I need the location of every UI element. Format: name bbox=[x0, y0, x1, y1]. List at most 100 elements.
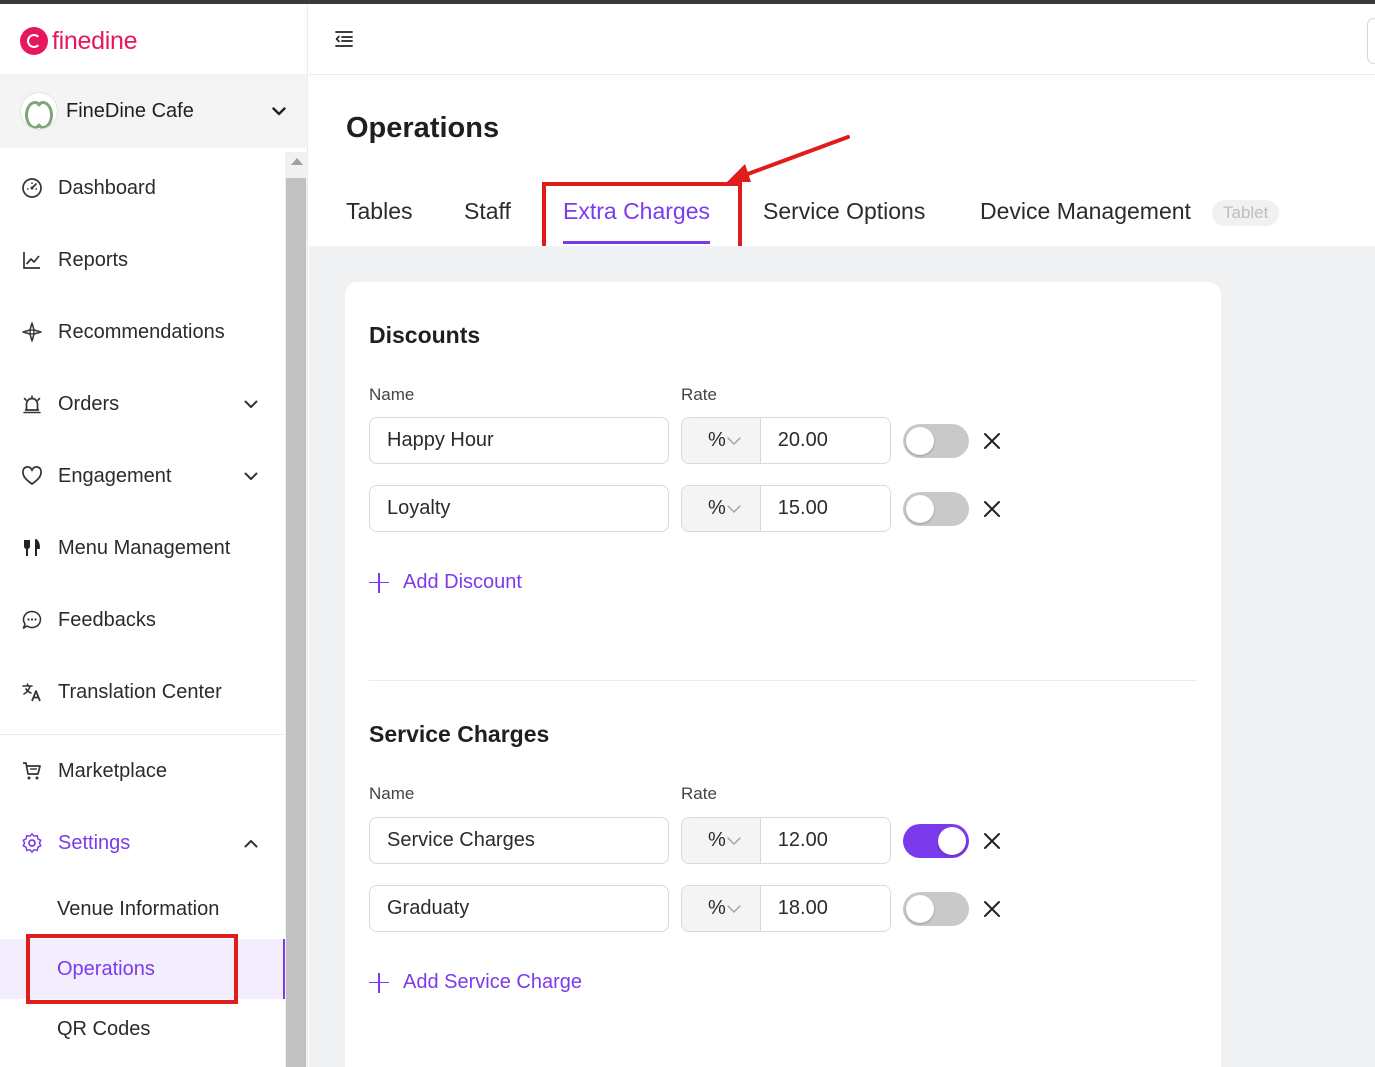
close-icon[interactable] bbox=[981, 498, 1003, 520]
chevron-down-icon bbox=[726, 504, 742, 514]
rate-type-select[interactable]: % bbox=[682, 486, 761, 531]
discount-rate-group: % bbox=[681, 417, 891, 464]
discount-name-input[interactable] bbox=[369, 417, 669, 464]
rate-type-value: % bbox=[708, 497, 726, 519]
service-charge-name-label: Name bbox=[369, 784, 415, 803]
toggle-knob bbox=[906, 495, 934, 523]
tablet-badge: Tablet bbox=[1212, 200, 1280, 226]
rate-type-value: % bbox=[708, 829, 726, 851]
sidebar-item-recommendations[interactable]: Recommendations bbox=[0, 307, 285, 357]
rate-type-select[interactable]: % bbox=[682, 818, 761, 863]
sidebar-divider bbox=[0, 734, 285, 735]
discount-rate-group: % bbox=[681, 485, 891, 532]
extra-charges-card: Discounts Name Rate % % Add Discount bbox=[345, 282, 1221, 1067]
sidebar-item-label: Menu Management bbox=[58, 536, 231, 559]
sidebar-item-translation-center[interactable]: Translation Center bbox=[0, 667, 285, 717]
rate-type-value: % bbox=[708, 897, 726, 919]
chevron-down-icon bbox=[264, 106, 294, 116]
heart-icon bbox=[20, 464, 44, 488]
sidebar-item-label: Venue Information bbox=[57, 897, 220, 920]
bell-icon bbox=[20, 392, 44, 416]
chevron-down-icon bbox=[726, 904, 742, 914]
close-icon[interactable] bbox=[981, 430, 1003, 452]
sidebar-item-orders[interactable]: Orders bbox=[0, 379, 285, 429]
translate-icon bbox=[20, 680, 44, 704]
sidebar-item-label: Translation Center bbox=[58, 680, 222, 703]
discount-enabled-toggle[interactable] bbox=[903, 492, 969, 526]
venue-name: FineDine Cafe bbox=[66, 99, 194, 122]
top-bar bbox=[309, 4, 1375, 75]
rate-value-input[interactable] bbox=[760, 418, 890, 463]
discount-enabled-toggle[interactable] bbox=[903, 424, 969, 458]
discount-name-label: Name bbox=[369, 385, 415, 404]
chat-icon bbox=[20, 608, 44, 632]
plus-icon bbox=[369, 972, 389, 993]
sidebar-item-label: QR Codes bbox=[57, 1017, 151, 1040]
highlight-box-operations bbox=[26, 934, 238, 1004]
tab-tables[interactable]: Tables bbox=[346, 198, 412, 225]
rate-value-input[interactable] bbox=[760, 486, 890, 531]
toggle-knob bbox=[906, 895, 934, 923]
sidebar-item-engagement[interactable]: Engagement bbox=[0, 451, 285, 501]
section-divider bbox=[369, 680, 1197, 681]
finedine-logo-icon bbox=[20, 27, 48, 55]
menu-collapse-icon[interactable] bbox=[333, 28, 355, 50]
add-discount-button[interactable]: Add Discount bbox=[369, 571, 522, 594]
cart-icon bbox=[20, 759, 44, 783]
sidebar-item-label: Marketplace bbox=[58, 759, 167, 782]
brand-logo[interactable]: finedine bbox=[20, 26, 137, 56]
rate-type-select[interactable]: % bbox=[682, 418, 761, 463]
add-service-charge-label: Add Service Charge bbox=[403, 971, 582, 993]
venue-avatar bbox=[20, 92, 58, 130]
chevron-down-icon bbox=[726, 436, 742, 446]
service-charge-name-input[interactable] bbox=[369, 817, 669, 864]
add-service-charge-button[interactable]: Add Service Charge bbox=[369, 971, 582, 994]
service-charge-rate-label: Rate bbox=[681, 784, 717, 803]
service-charge-rate-group: % bbox=[681, 885, 891, 932]
discounts-title: Discounts bbox=[369, 322, 481, 348]
venue-switcher[interactable]: FineDine Cafe bbox=[0, 74, 307, 148]
sidebar-subitem-venue-information[interactable]: Venue Information bbox=[0, 879, 285, 939]
tab-service-options[interactable]: Service Options bbox=[763, 198, 925, 225]
service-charge-name-input[interactable] bbox=[369, 885, 669, 932]
sidebar-item-dashboard[interactable]: Dashboard bbox=[0, 163, 285, 213]
sidebar-item-label: Dashboard bbox=[58, 176, 156, 199]
annotation-arrow-icon bbox=[727, 135, 850, 182]
line-chart-icon bbox=[20, 248, 44, 272]
add-discount-label: Add Discount bbox=[403, 571, 522, 593]
rate-value-input[interactable] bbox=[760, 818, 890, 863]
sidebar-item-marketplace[interactable]: Marketplace bbox=[0, 746, 285, 796]
close-icon[interactable] bbox=[981, 898, 1003, 920]
close-icon[interactable] bbox=[981, 830, 1003, 852]
service-charge-enabled-toggle[interactable] bbox=[903, 892, 969, 926]
page-title: Operations bbox=[346, 112, 500, 144]
sidebar-item-settings[interactable]: Settings bbox=[0, 818, 285, 868]
sidebar-scrollbar[interactable] bbox=[285, 152, 307, 1067]
sidebar-item-label: Reports bbox=[58, 248, 129, 271]
sidebar-subitem-qr-codes[interactable]: QR Codes bbox=[0, 999, 285, 1059]
sparkle-icon bbox=[20, 320, 44, 344]
rate-value-input[interactable] bbox=[760, 886, 890, 931]
gauge-icon bbox=[20, 176, 44, 200]
sidebar-item-reports[interactable]: Reports bbox=[0, 235, 285, 285]
utensils-icon bbox=[20, 536, 44, 560]
gear-icon bbox=[20, 831, 44, 855]
plus-icon bbox=[369, 572, 389, 593]
scrollbar-thumb[interactable] bbox=[286, 178, 306, 1067]
sidebar-item-label: Orders bbox=[58, 392, 120, 415]
scroll-up-arrow-icon[interactable] bbox=[291, 158, 303, 165]
sidebar: finedine FineDine Cafe Dashboard Reports… bbox=[0, 4, 308, 1067]
sidebar-item-menu-management[interactable]: Menu Management bbox=[0, 523, 285, 573]
topbar-action-button[interactable] bbox=[1367, 18, 1375, 64]
sidebar-item-label: Settings bbox=[58, 831, 131, 854]
rate-type-select[interactable]: % bbox=[682, 886, 761, 931]
brand-name: finedine bbox=[52, 26, 138, 55]
chevron-down-icon bbox=[239, 472, 263, 481]
tab-device-management[interactable]: Device Management bbox=[980, 198, 1191, 225]
tab-staff[interactable]: Staff bbox=[464, 198, 511, 225]
service-charge-enabled-toggle[interactable] bbox=[903, 824, 969, 858]
main-content: Discounts Name Rate % % Add Discount bbox=[309, 246, 1375, 1067]
sidebar-item-feedbacks[interactable]: Feedbacks bbox=[0, 595, 285, 645]
discount-name-input[interactable] bbox=[369, 485, 669, 532]
toggle-knob bbox=[938, 827, 966, 855]
